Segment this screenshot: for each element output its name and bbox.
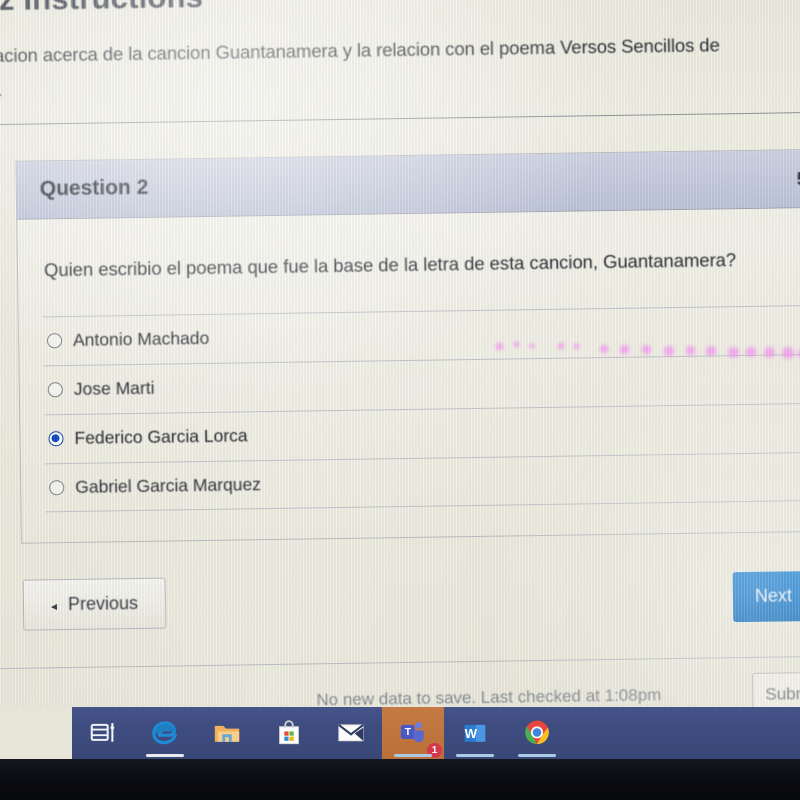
word-icon: W (465, 724, 486, 742)
screen-bezel-left (0, 707, 72, 759)
taskbar-item-microsoft-teams[interactable]: T1 (382, 707, 444, 759)
previous-button[interactable]: ◂ Previous (22, 577, 167, 631)
question-prompt: Quien escribio el poema que fue la base … (43, 249, 737, 281)
monitor-bezel-bottom (0, 759, 800, 800)
answer-option-label: Gabriel Garcia Marquez (75, 474, 262, 497)
taskbar-item-microsoft-store[interactable] (258, 707, 320, 759)
mail-icon (338, 724, 364, 742)
taskbar-item-microsoft-edge[interactable] (134, 707, 196, 759)
taskbar-running-indicator (518, 754, 556, 757)
svg-text:T: T (405, 727, 412, 738)
answer-option-label: Federico Garcia Lorca (74, 425, 248, 448)
taskbar-item-mail[interactable] (320, 707, 382, 759)
screenshot-root: iz Instructions ntacion acerca de la can… (0, 0, 800, 800)
answer-option-label: Antonio Machado (72, 327, 210, 350)
submit-quiz-button-label: Submi (765, 684, 800, 704)
radio-button-icon[interactable] (46, 333, 63, 349)
question-header-bar: Question 2 5 pt (16, 149, 800, 220)
quiz-page-surface: iz Instructions ntacion acerca de la can… (0, 0, 800, 716)
taskbar-item-task-view[interactable] (72, 707, 134, 759)
store-icon (279, 720, 299, 745)
taskbar-running-indicator (456, 754, 494, 757)
question-card: Question 2 5 pt Quien escribio el poema … (15, 148, 800, 544)
chrome-icon (525, 720, 549, 745)
question-points-label: 5 pt (796, 169, 800, 190)
page-title: iz Instructions (0, 0, 203, 18)
answer-options-list: Antonio Machado Jose Marti Federico Garc… (42, 304, 800, 513)
quiz-instructions-continuation: . (0, 78, 3, 101)
taskbar-item-file-explorer[interactable] (196, 707, 258, 759)
taskbar-running-indicator (394, 754, 432, 757)
answer-option-label: Jose Marti (73, 377, 155, 399)
edge-icon (152, 721, 177, 745)
radio-button-selected-icon[interactable] (48, 431, 64, 447)
task-view-icon (90, 723, 115, 742)
next-button-label: Next (754, 585, 793, 606)
answer-option-row[interactable]: Gabriel Garcia Marquez (44, 451, 800, 513)
svg-text:W: W (465, 726, 478, 741)
question-number-label: Question 2 (39, 175, 149, 201)
divider (0, 655, 800, 670)
previous-button-label: Previous (67, 593, 139, 615)
radio-button-icon[interactable] (49, 480, 65, 496)
quiz-instructions-text: ntacion acerca de la cancion Guantanamer… (0, 34, 720, 67)
radio-button-icon[interactable] (47, 382, 63, 398)
taskbar-running-indicator (146, 754, 184, 757)
next-button[interactable]: Next (732, 570, 800, 623)
taskbar-item-google-chrome[interactable] (506, 707, 568, 759)
windows-taskbar: T1 W (72, 707, 800, 759)
chevron-left-icon: ◂ (50, 599, 58, 614)
page-tilt-wrapper: iz Instructions ntacion acerca de la can… (0, 0, 800, 716)
teams-icon: T (400, 721, 424, 743)
folder-icon (214, 725, 240, 742)
divider (0, 111, 800, 126)
taskbar-item-microsoft-word[interactable]: W (444, 707, 506, 759)
